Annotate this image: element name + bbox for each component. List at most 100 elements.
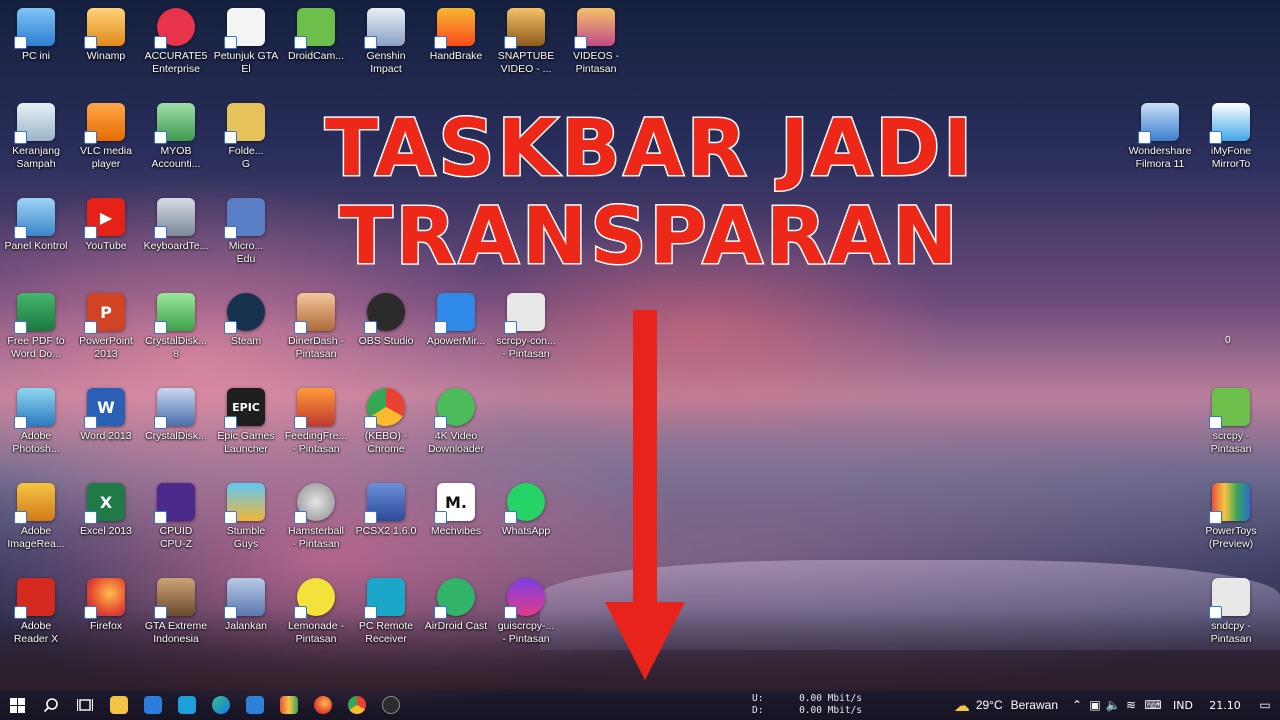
desktop-icon-genshin[interactable]: Genshin Impact	[351, 2, 421, 92]
desktop-icon-pc-remote[interactable]: PC Remote Receiver	[351, 572, 421, 662]
pineapple-icon	[434, 8, 475, 49]
folder-video-icon	[504, 8, 545, 49]
desktop-icon-imageready[interactable]: Adobe ImageRea...	[1, 477, 71, 567]
icon-label: ACCURATE5 Enterprise	[144, 50, 208, 75]
notifications-icon[interactable]: ▭	[1250, 690, 1280, 720]
taskbar-edge[interactable]	[204, 690, 238, 720]
taskbar-mail[interactable]	[238, 690, 272, 720]
desktop-icon-videos[interactable]: VIDEOS - Pintasan	[561, 2, 631, 92]
desktop-icon-filmora[interactable]: Wondershare Filmora 11	[1125, 97, 1195, 187]
desktop-icon-powerpoint[interactable]: P PowerPoint 2013	[71, 287, 141, 377]
desktop-icon-adobe-reader[interactable]: Adobe Reader X	[1, 572, 71, 662]
start-button[interactable]	[0, 690, 34, 720]
icon-label: VLC media player	[80, 145, 132, 170]
desktop-icon-photoshop[interactable]: Adobe Photosh...	[1, 382, 71, 472]
desktop-icon-powertoys[interactable]: PowerToys (Preview)	[1196, 477, 1266, 567]
headline-overlay: TASKBAR JADI TRANSPARAN	[220, 104, 1080, 283]
word-icon: W	[84, 388, 125, 429]
desktop-icon-scrcpy[interactable]: scrcpy - Pintasan	[1196, 382, 1266, 472]
desktop-icon-apowermirror[interactable]: ApowerMir...	[421, 287, 491, 377]
vlc-cone-icon	[84, 103, 125, 144]
desktop-icon-winamp[interactable]: Winamp	[71, 2, 141, 92]
weather-widget[interactable]: ☁ 29°C Berawan	[954, 696, 1058, 715]
headline-line-1: TASKBAR JADI	[323, 104, 976, 195]
icon-label: Wondershare Filmora 11	[1128, 145, 1192, 170]
taskbar-app-6[interactable]	[272, 690, 306, 720]
desktop-icon-cpuz[interactable]: CPUID CPU-Z	[141, 477, 211, 567]
download-cloud-icon	[434, 388, 475, 429]
gta-icon	[154, 578, 195, 619]
desktop-icon-stumble-guys[interactable]: Stumble Guys	[211, 477, 281, 567]
desktop-icon-droidcam[interactable]: DroidCam...	[281, 2, 351, 92]
desktop-icon-myob[interactable]: MYOB Accounti...	[141, 97, 211, 187]
desktop-icon-petunjuk-gta[interactable]: Petunjuk GTA El	[211, 2, 281, 92]
desktop-icon-accurate[interactable]: ACCURATE5 Enterprise	[141, 2, 211, 92]
icon-label: Winamp	[86, 50, 126, 62]
desktop-icon-sndcpy[interactable]: sndcpy - Pintasan	[1196, 572, 1266, 662]
task-view-button[interactable]	[68, 690, 102, 720]
desktop-icon-airdroid[interactable]: AirDroid Cast	[421, 572, 491, 662]
desktop-icon-word[interactable]: W Word 2013	[71, 382, 141, 472]
desktop-icon-gta[interactable]: GTA Extreme Indonesia	[141, 572, 211, 662]
gear-file-icon	[504, 293, 545, 334]
desktop-icon-pdf-to-word[interactable]: Free PDF to Word Do...	[1, 287, 71, 377]
desktop-icon-obs[interactable]: OBS Studio	[351, 287, 421, 377]
desktop-icon-4k-video[interactable]: 4K Video Downloader	[421, 382, 491, 472]
desktop-icon-panel-kontrol[interactable]: Panel Kontrol	[1, 192, 71, 282]
taskbar-file-explorer[interactable]	[102, 690, 136, 720]
taskbar-app-2[interactable]	[136, 690, 170, 720]
desktop-icon-scrcpy-console[interactable]: scrcpy-con... - Pintasan	[491, 287, 561, 377]
desktop-icon-recycle-bin[interactable]: Keranjang Sampah	[1, 97, 71, 187]
keyboard-icon[interactable]: ⌨	[1140, 690, 1166, 720]
desktop-icon-dinerdash[interactable]: DinerDash - Pintasan	[281, 287, 351, 377]
desktop-icon-pcsx2[interactable]: PCSX2 1.6.0	[351, 477, 421, 567]
speaker-icon[interactable]: 🔈	[1104, 690, 1122, 720]
desktop-icon-whatsapp[interactable]: WhatsApp	[491, 477, 561, 567]
desktop-icon-youtube[interactable]: ▶ YouTube	[71, 192, 141, 282]
weather-condition: Berawan	[1010, 698, 1058, 712]
wifi-icon[interactable]: ≋	[1122, 690, 1140, 720]
search-button[interactable]	[34, 690, 68, 720]
icon-label: PCSX2 1.6.0	[355, 525, 417, 537]
clock[interactable]: 21.10	[1200, 690, 1250, 720]
whatsapp-icon	[504, 483, 545, 524]
desktop-icon-mechvibes[interactable]: M. Mechvibes	[421, 477, 491, 567]
desktop-icon-keyboard-tester[interactable]: KeyboardTe...	[141, 192, 211, 282]
chevron-up-icon[interactable]: ⌃	[1068, 690, 1086, 720]
desktop-counter-text: 0	[1225, 335, 1231, 346]
desktop-icon-jalankan[interactable]: Jalankan	[211, 572, 281, 662]
language-indicator[interactable]: IND	[1166, 690, 1200, 720]
taskbar-firefox[interactable]	[306, 690, 340, 720]
mechvibes-icon: M.	[434, 483, 475, 524]
camera-icon[interactable]: ▣	[1086, 690, 1104, 720]
taskbar-app-3[interactable]	[170, 690, 204, 720]
taskbar-obs[interactable]	[374, 690, 408, 720]
desktop-icon-firefox[interactable]: Firefox	[71, 572, 141, 662]
desktop-icon-feeding-frenzy[interactable]: FeedingFre... - Pintasan	[281, 382, 351, 472]
desktop-icon-hamsterball[interactable]: Hamsterball - Pintasan	[281, 477, 351, 567]
download-value: 0.00 Mbit/s	[799, 705, 862, 716]
desktop-icon-kebo-chrome[interactable]: (KEBO) - Chrome	[351, 382, 421, 472]
desktop-icon-lemonade[interactable]: Lemonade - Pintasan	[281, 572, 351, 662]
desktop-icon-handbrake[interactable]: HandBrake	[421, 2, 491, 92]
icon-label: (KEBO) - Chrome	[364, 430, 408, 455]
desktop-icon-crystaldisk-2[interactable]: CrystalDisk...	[141, 382, 211, 472]
desktop-icon-guiscrcpy[interactable]: guiscrcpy-... - Pintasan	[491, 572, 561, 662]
obs-icon	[364, 293, 405, 334]
airdroid-icon	[434, 578, 475, 619]
desktop-icon-epic-games[interactable]: EPIC Epic Games Launcher	[211, 382, 281, 472]
desktop-icon-steam[interactable]: Steam	[211, 287, 281, 377]
taskbar-chrome[interactable]	[340, 690, 374, 720]
desktop-icon-snaptube[interactable]: SNAPTUBE VIDEO - ...	[491, 2, 561, 92]
icon-label: CPUID CPU-Z	[159, 525, 193, 550]
desktop-icon-pc-ini[interactable]: PC ini	[1, 2, 71, 92]
desktop-icon-excel[interactable]: X Excel 2013	[71, 477, 141, 567]
android-icon	[1209, 388, 1250, 429]
mail-icon	[246, 696, 264, 714]
desktop-icon-vlc[interactable]: VLC media player	[71, 97, 141, 187]
icon-label: Adobe Reader X	[13, 620, 59, 645]
desktop-icon-crystaldisk-1[interactable]: CrystalDisk... 8	[141, 287, 211, 377]
desktop-icon-imyfone[interactable]: iMyFone MirrorTo	[1196, 97, 1266, 187]
icon-label: Excel 2013	[80, 525, 132, 537]
download-label: D:	[752, 705, 764, 716]
